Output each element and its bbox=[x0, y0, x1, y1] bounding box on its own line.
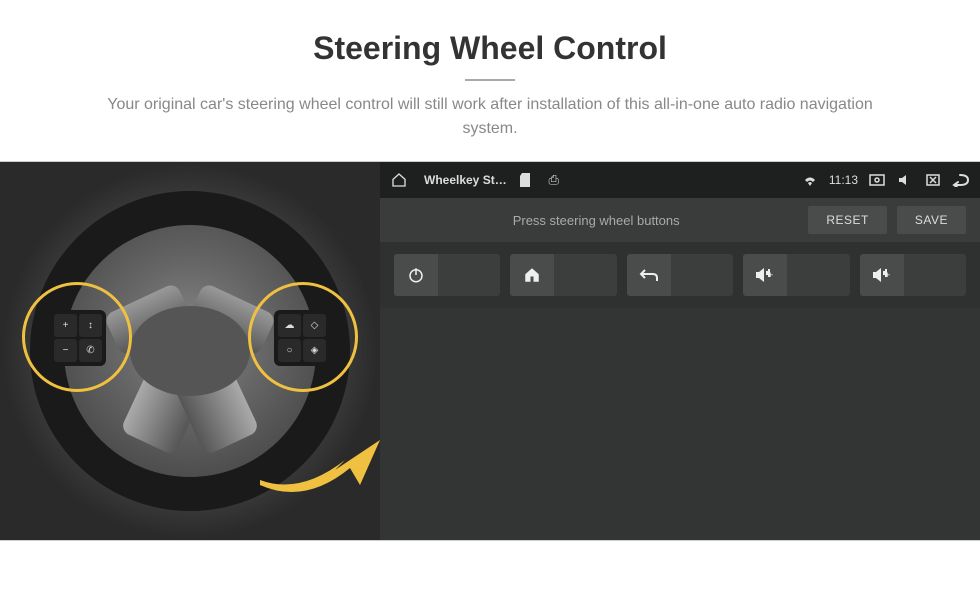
home-control[interactable] bbox=[510, 254, 616, 296]
svg-text:+: + bbox=[768, 270, 773, 280]
clock: 11:13 bbox=[829, 173, 858, 187]
return-icon bbox=[627, 254, 671, 296]
status-bar: Wheelkey St… ⎙ 11:13 bbox=[380, 162, 980, 198]
close-x-icon[interactable] bbox=[924, 174, 942, 186]
header: Steering Wheel Control Your original car… bbox=[0, 0, 980, 161]
power-icon bbox=[394, 254, 438, 296]
home-icon bbox=[510, 254, 554, 296]
head-unit-screen: Wheelkey St… ⎙ 11:13 Press bbox=[380, 162, 980, 540]
title-divider bbox=[465, 79, 515, 81]
page-title: Steering Wheel Control bbox=[40, 30, 940, 67]
vol-up-control-1[interactable]: + bbox=[743, 254, 849, 296]
highlight-circle-left bbox=[22, 282, 132, 392]
reset-button[interactable]: RESET bbox=[808, 206, 887, 234]
back-icon[interactable] bbox=[952, 173, 970, 187]
page-subtitle: Your original car's steering wheel contr… bbox=[80, 93, 900, 141]
mute-icon[interactable] bbox=[896, 173, 914, 187]
volume-up-icon: + bbox=[860, 254, 904, 296]
action-bar: Press steering wheel buttons RESET SAVE bbox=[380, 198, 980, 242]
wifi-icon bbox=[801, 174, 819, 186]
volume-up-icon: + bbox=[743, 254, 787, 296]
power-control[interactable] bbox=[394, 254, 500, 296]
arrow-icon bbox=[250, 420, 380, 500]
svg-text:+: + bbox=[885, 270, 890, 280]
app-title: Wheelkey St… bbox=[424, 173, 507, 187]
usb-icon: ⎙ bbox=[545, 172, 563, 188]
back-control[interactable] bbox=[627, 254, 733, 296]
steering-wheel-photo: + ↕ − ✆ ☁ ◇ ○ ◈ bbox=[0, 162, 380, 540]
sd-icon bbox=[517, 173, 535, 187]
screenshot-icon[interactable] bbox=[868, 174, 886, 186]
instruction-text: Press steering wheel buttons bbox=[394, 213, 798, 228]
control-buttons-row: + + bbox=[380, 242, 980, 308]
vol-up-control-2[interactable]: + bbox=[860, 254, 966, 296]
content-row: + ↕ − ✆ ☁ ◇ ○ ◈ Wheelkey St… ⎙ bbox=[0, 161, 980, 541]
mapping-area bbox=[380, 308, 980, 540]
home-icon[interactable] bbox=[390, 172, 408, 188]
highlight-circle-right bbox=[248, 282, 358, 392]
save-button[interactable]: SAVE bbox=[897, 206, 966, 234]
